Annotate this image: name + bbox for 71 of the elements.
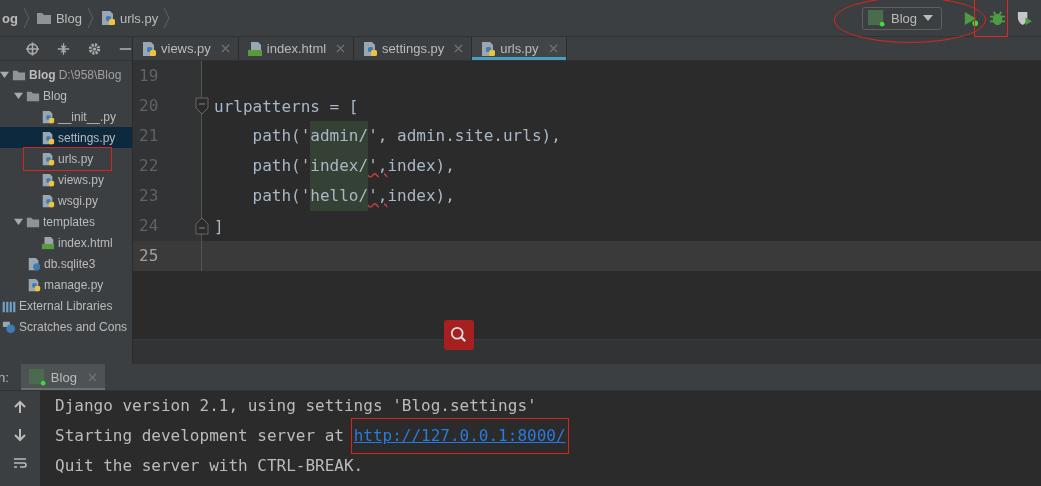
- scratch-icon: [2, 319, 16, 334]
- python-file-icon: [141, 40, 157, 57]
- expand-arrow-icon[interactable]: [0, 70, 9, 79]
- editor-tab[interactable]: urls.py: [472, 37, 567, 60]
- python-file-icon: [362, 40, 379, 57]
- annotation-rectangle: [973, 0, 1008, 37]
- console-text: Starting development server at: [55, 425, 345, 447]
- breadcrumb[interactable]: urls.py: [119, 10, 159, 26]
- breadcrumb[interactable]: og: [2, 10, 18, 26]
- tree-item[interactable]: templates: [0, 211, 132, 232]
- code-line: path('hello/',index),: [214, 181, 455, 211]
- html-file-icon: [41, 235, 55, 250]
- chevron-icon: [87, 8, 94, 28]
- python-file-icon: [99, 10, 116, 26]
- crosshair-icon[interactable]: [26, 41, 39, 56]
- code-line: path('admin/', admin.site.urls),: [214, 121, 561, 151]
- tree-item[interactable]: Scratches and Cons: [0, 316, 132, 337]
- tree-item[interactable]: settings.py: [0, 127, 132, 148]
- editor-tab[interactable]: index.html: [238, 37, 355, 60]
- unknown-file-icon: [27, 256, 41, 271]
- code-line: urlpatterns = [: [214, 96, 359, 116]
- python-file-icon: [41, 109, 55, 124]
- expand-arrow-icon[interactable]: [14, 217, 23, 226]
- tree-item[interactable]: Blog: [0, 85, 132, 106]
- python-file-icon: [27, 277, 41, 292]
- collapse-icon[interactable]: [57, 41, 70, 56]
- run-tab[interactable]: Blog: [20, 364, 105, 390]
- code-line: path('index/',index),: [214, 151, 455, 181]
- python-file-icon: [41, 193, 55, 208]
- console-text: Django version 2.1, using settings 'Blog.settings': [55, 395, 537, 417]
- python-file-icon: [41, 172, 55, 187]
- project-path: D:\958\Blog: [58, 67, 122, 82]
- expand-arrow-icon[interactable]: [14, 91, 23, 100]
- tree-item[interactable]: db.sqlite3: [0, 253, 132, 274]
- close-icon[interactable]: [336, 44, 346, 53]
- chevron-icon: [164, 8, 171, 28]
- editor-tab[interactable]: views.py: [133, 37, 239, 60]
- tree-item[interactable]: wsgi.py: [0, 190, 132, 211]
- tree-item[interactable]: __init__.py: [0, 106, 132, 127]
- tree-item[interactable]: urls.py: [0, 148, 132, 169]
- tree-item[interactable]: manage.py: [0, 274, 132, 295]
- breadcrumb[interactable]: Blog: [55, 10, 82, 26]
- console-text: Quit the server with CTRL-BREAK.: [55, 455, 364, 477]
- url-link[interactable]: http://127.0.0.1:8000/: [353, 421, 566, 451]
- run-icon[interactable]: [962, 9, 979, 27]
- settings-icon[interactable]: [88, 41, 101, 56]
- run-configuration-dropdown[interactable]: Blog: [861, 6, 942, 30]
- shield-icon[interactable]: [1016, 9, 1033, 27]
- down-arrow-icon[interactable]: [13, 428, 27, 442]
- tree-item[interactable]: index.html: [0, 232, 132, 253]
- caret-icon: [923, 15, 933, 21]
- tree-item[interactable]: External Libraries: [0, 295, 132, 316]
- close-icon[interactable]: [220, 44, 230, 53]
- soft-wrap-icon[interactable]: [13, 456, 27, 470]
- python-file-icon: [41, 130, 55, 145]
- python-file-icon: [480, 40, 497, 57]
- close-icon[interactable]: [454, 44, 464, 53]
- editor-tab[interactable]: settings.py: [354, 37, 473, 60]
- html-file-icon: [246, 40, 263, 57]
- fold-marker-icon[interactable]: [195, 96, 209, 116]
- up-arrow-icon[interactable]: [13, 400, 27, 414]
- search-icon: [450, 326, 468, 344]
- tree-item[interactable]: Blog D:\958\Blog: [0, 64, 132, 85]
- chevron-icon: [23, 8, 30, 28]
- folder-icon: [35, 10, 52, 26]
- python-file-icon: [41, 151, 55, 166]
- tree-item[interactable]: views.py: [0, 169, 132, 190]
- bug-icon[interactable]: [989, 9, 1006, 27]
- code-line: ]: [214, 216, 224, 236]
- scrollbar[interactable]: [133, 339, 1041, 364]
- search-button[interactable]: [444, 320, 474, 350]
